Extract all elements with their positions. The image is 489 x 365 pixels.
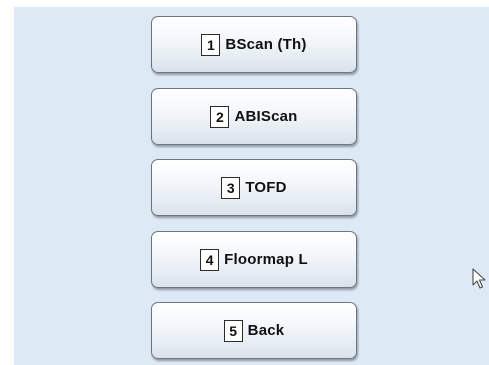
shortcut-key-5: 5 [223, 319, 243, 342]
button-label-abiscan: ABIScan [234, 108, 298, 125]
shortcut-key-3: 3 [221, 176, 241, 199]
menu-screen: 1 BScan (Th) 2 ABIScan 3 TOFD 4 Floormap… [14, 7, 489, 365]
shortcut-key-1: 1 [201, 33, 221, 56]
bscan-th-button[interactable]: 1 BScan (Th) [151, 16, 357, 73]
back-button[interactable]: 5 Back [151, 302, 357, 359]
button-label-bscan-th: BScan (Th) [225, 36, 307, 53]
button-label-back: Back [247, 322, 285, 339]
shortcut-key-2: 2 [210, 105, 230, 128]
tofd-button[interactable]: 3 TOFD [151, 159, 357, 216]
floormap-l-button[interactable]: 4 Floormap L [151, 231, 357, 288]
arrow-pointer-icon [472, 268, 486, 289]
abiscan-button[interactable]: 2 ABIScan [151, 88, 357, 145]
shortcut-key-4: 4 [200, 248, 220, 271]
button-label-floormap-l: Floormap L [224, 251, 308, 268]
button-label-tofd: TOFD [245, 179, 287, 196]
